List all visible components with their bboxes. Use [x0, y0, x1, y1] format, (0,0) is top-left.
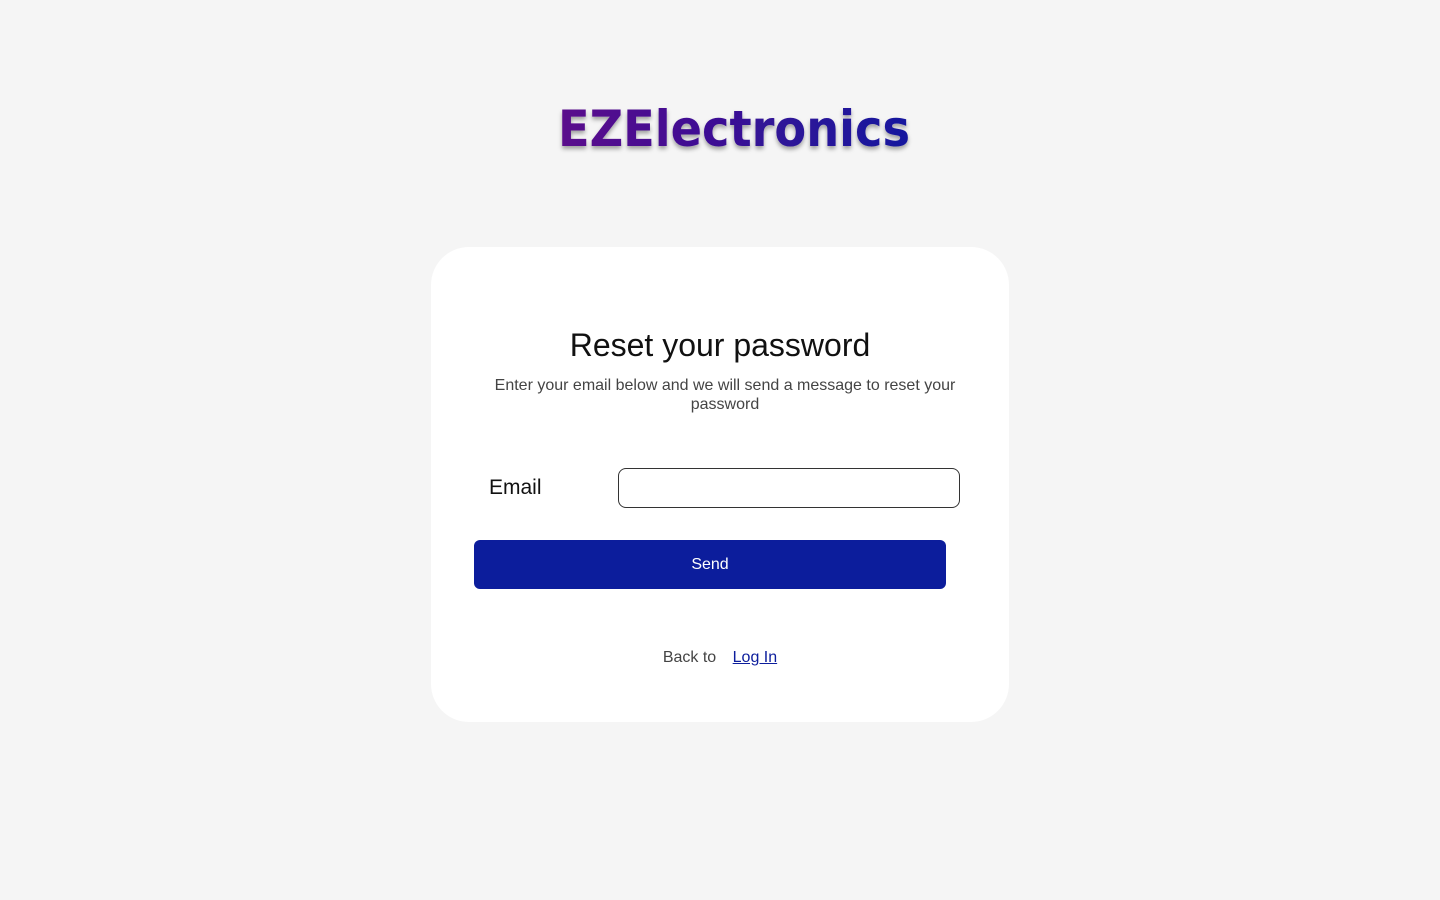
page-title: Reset your password	[569, 327, 871, 363]
login-link[interactable]: Log In	[733, 649, 777, 666]
send-button[interactable]: Send	[474, 540, 946, 589]
email-field[interactable]	[618, 468, 960, 508]
brand-logo-text: EZElectronics	[558, 100, 910, 158]
brand-logo-wordmark: EZElectronics	[558, 100, 910, 158]
back-to-text: Back to	[662, 649, 717, 666]
brand-logo: EZElectronics	[0, 92, 1440, 162]
reset-password-card: Reset your password Enter your email bel…	[431, 247, 1009, 722]
back-to-login-row: Back to Log In	[431, 648, 1009, 668]
email-label: Email	[489, 476, 542, 499]
page-subtitle: Enter your email below and we will send …	[494, 377, 956, 413]
